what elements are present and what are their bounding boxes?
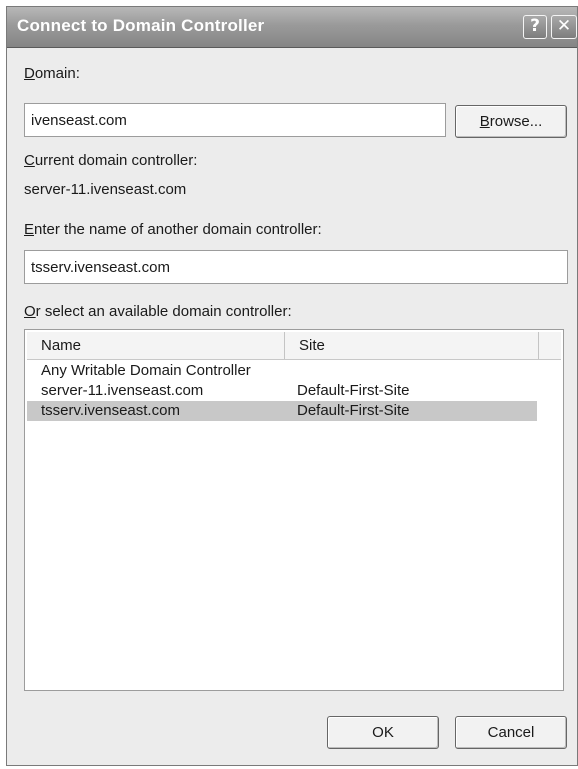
dialog-title: Connect to Domain Controller (17, 16, 265, 35)
list-item-name: Any Writable Domain Controller (41, 362, 251, 379)
column-header-site[interactable]: Site (285, 332, 539, 359)
ok-button[interactable]: OK (327, 716, 439, 749)
list-item-name: tsserv.ivenseast.com (41, 402, 180, 419)
list-item[interactable]: server-11.ivenseast.com Default-First-Si… (27, 381, 561, 401)
list-item-name: server-11.ivenseast.com (41, 382, 204, 399)
current-dc-mnemonic: C (24, 152, 35, 169)
domain-input[interactable] (24, 103, 446, 137)
domain-label-text: omain: (34, 65, 80, 82)
browse-button-label: rowse... (489, 113, 543, 130)
current-dc-label-text: urrent domain controller: (34, 152, 198, 169)
available-dc-label: Or select an available domain controller… (24, 303, 292, 320)
column-header-name[interactable]: Name (27, 332, 285, 359)
browse-mnemonic: B (479, 113, 490, 130)
dc-list-header: Name Site (27, 332, 561, 360)
other-dc-input[interactable] (24, 250, 568, 284)
dc-list-rows: Any Writable Domain Controller server-11… (27, 361, 561, 421)
dc-list[interactable]: Name Site Any Writable Domain Controller… (24, 329, 564, 691)
title-bar[interactable]: Connect to Domain Controller ? ✕ (7, 7, 577, 48)
list-item[interactable]: Any Writable Domain Controller (27, 361, 561, 381)
domain-label: Domain: (24, 65, 80, 82)
current-dc-value: server-11.ivenseast.com (24, 181, 187, 198)
domain-label-mnemonic: D (24, 65, 35, 82)
other-dc-label-text: nter the name of another domain controll… (34, 221, 322, 238)
browse-button[interactable]: Browse... (455, 105, 567, 138)
help-icon[interactable]: ? (523, 15, 547, 39)
other-dc-mnemonic: E (24, 221, 35, 238)
list-item-site: Default-First-Site (297, 402, 410, 419)
current-dc-label: Current domain controller: (24, 152, 197, 169)
available-dc-mnemonic: O (24, 303, 36, 320)
list-item-site: Default-First-Site (297, 382, 410, 399)
close-icon[interactable]: ✕ (551, 15, 577, 39)
cancel-button[interactable]: Cancel (455, 716, 567, 749)
other-dc-label: Enter the name of another domain control… (24, 221, 322, 238)
list-item-selected[interactable]: tsserv.ivenseast.com Default-First-Site (27, 401, 537, 421)
available-dc-label-text: r select an available domain controller: (35, 303, 292, 320)
connect-dc-dialog: Connect to Domain Controller ? ✕ Domain:… (6, 6, 578, 766)
